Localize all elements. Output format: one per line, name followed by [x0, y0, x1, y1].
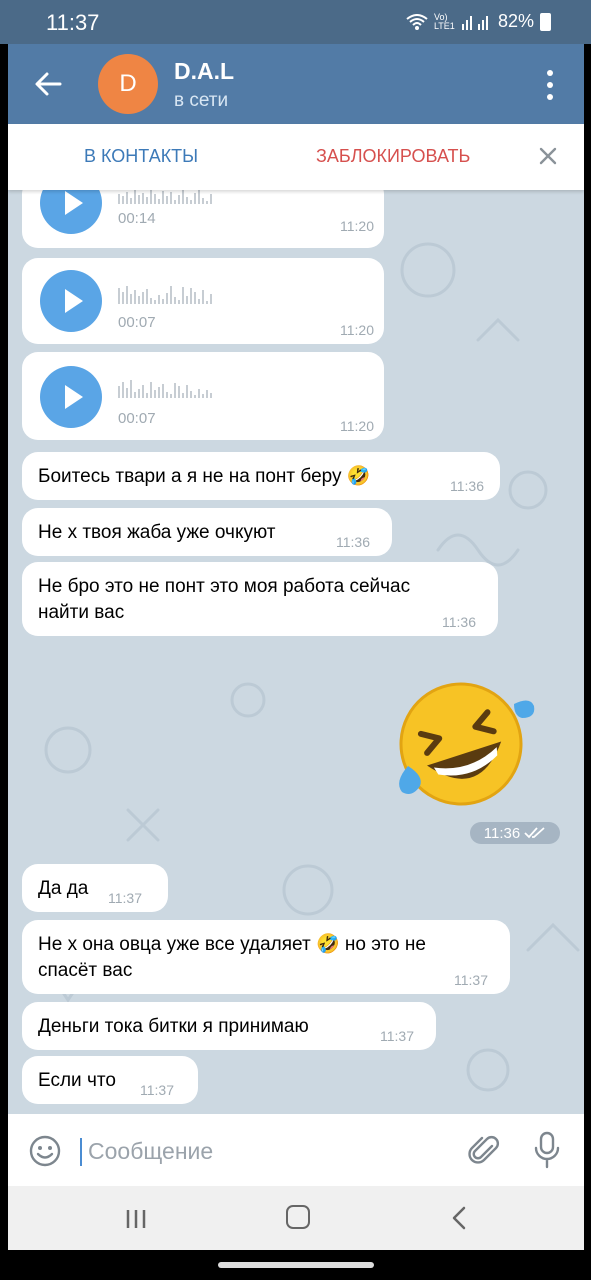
recent-apps-icon[interactable]	[124, 1208, 148, 1230]
play-icon[interactable]	[40, 190, 102, 234]
message-text: спасёт вас	[38, 960, 133, 981]
message-time: 11:37	[108, 890, 142, 906]
voice-message[interactable]: 00:07 11:20	[22, 352, 384, 440]
message-list[interactable]: 00:14 11:20 00:07 11:20 00:07 11:20 Боит…	[8, 190, 584, 1114]
laughing-emoji-sticker[interactable]	[386, 674, 536, 814]
back-arrow-icon[interactable]	[30, 66, 66, 102]
waveform	[118, 376, 374, 398]
message-time: 11:36	[336, 534, 370, 550]
message-bubble[interactable]: Боитесь твари а я не на понт беру 🤣 11:3…	[22, 452, 500, 500]
message-bubble[interactable]: Не бро это не понт это моя работа сейчас…	[22, 562, 498, 636]
message-bubble[interactable]: Не х твоя жаба уже очкуют 11:36	[22, 508, 392, 556]
message-time: 11:20	[340, 218, 374, 234]
contact-name[interactable]: D.A.L	[174, 58, 234, 85]
gesture-handle	[218, 1262, 374, 1268]
avatar[interactable]: D	[98, 54, 158, 114]
voice-message[interactable]: 00:07 11:20	[22, 258, 384, 344]
new-contact-bar: В КОНТАКТЫ ЗАБЛОКИРОВАТЬ	[8, 124, 584, 190]
message-bubble[interactable]: Не х она овца уже все удаляет 🤣 но это н…	[22, 920, 510, 994]
message-bubble[interactable]: Деньги тока битки я принимаю 11:37	[22, 1002, 436, 1050]
microphone-icon[interactable]	[532, 1130, 562, 1170]
waveform	[118, 282, 374, 304]
more-menu-icon[interactable]	[546, 70, 554, 100]
battery-icon	[540, 12, 551, 31]
signal-icon	[461, 15, 488, 30]
wifi-icon	[406, 13, 428, 30]
message-input[interactable]: Сообщение	[88, 1138, 213, 1165]
play-icon[interactable]	[40, 270, 102, 332]
status-time: 11:37	[46, 10, 100, 35]
voice-message[interactable]: 00:14 11:20	[22, 190, 384, 248]
message-composer: Сообщение	[8, 1114, 584, 1186]
message-bubble[interactable]: Да да 11:37	[22, 864, 168, 912]
message-time: 11:37	[380, 1028, 414, 1044]
message-text: Не х твоя жаба уже очкуют	[38, 522, 276, 543]
chat-header: D D.A.L в сети	[8, 44, 584, 124]
close-icon[interactable]	[536, 144, 560, 168]
network-label: Vo) LTE1	[433, 11, 455, 31]
message-time: 11:20	[340, 418, 374, 434]
message-time: 11:37	[140, 1082, 174, 1098]
message-time: 11:20	[340, 322, 374, 338]
battery-percent: 82%	[497, 11, 534, 31]
contact-status: в сети	[174, 90, 229, 111]
message-time: 11:36	[442, 614, 476, 630]
waveform	[118, 190, 374, 204]
message-time: 11:36	[483, 824, 521, 842]
message-text: Если что	[38, 1070, 116, 1091]
text-cursor	[80, 1138, 82, 1166]
emoji-icon[interactable]	[28, 1134, 62, 1168]
home-icon[interactable]	[286, 1205, 310, 1229]
block-user-button[interactable]: ЗАБЛОКИРОВАТЬ	[316, 146, 470, 167]
message-time: 11:36	[450, 478, 484, 494]
voice-duration: 00:14	[118, 210, 156, 227]
message-text: Да да	[38, 878, 89, 899]
paperclip-icon[interactable]	[466, 1132, 502, 1168]
message-text: Не бро это не понт это моя работа сейчас	[38, 576, 411, 597]
play-icon[interactable]	[40, 366, 102, 428]
message-text: Деньги тока битки я принимаю	[38, 1016, 309, 1037]
nav-back-icon[interactable]	[448, 1206, 470, 1230]
sticker-timestamp: 11:36	[470, 822, 560, 844]
add-to-contacts-button[interactable]: В КОНТАКТЫ	[84, 146, 198, 167]
message-text: Не х она овца уже все удаляет 🤣 но это н…	[38, 934, 426, 955]
message-time: 11:37	[454, 972, 488, 988]
double-check-icon	[524, 827, 545, 839]
voice-duration: 00:07	[118, 314, 156, 331]
status-bar: 11:37 Vo) LTE1 82%	[0, 0, 591, 44]
voice-duration: 00:07	[118, 410, 156, 427]
message-bubble[interactable]: Если что 11:37	[22, 1056, 198, 1104]
message-text: Боитесь твари а я не на понт беру 🤣	[38, 466, 371, 487]
system-navigation-bar	[8, 1186, 584, 1250]
message-text: найти вас	[38, 602, 125, 623]
